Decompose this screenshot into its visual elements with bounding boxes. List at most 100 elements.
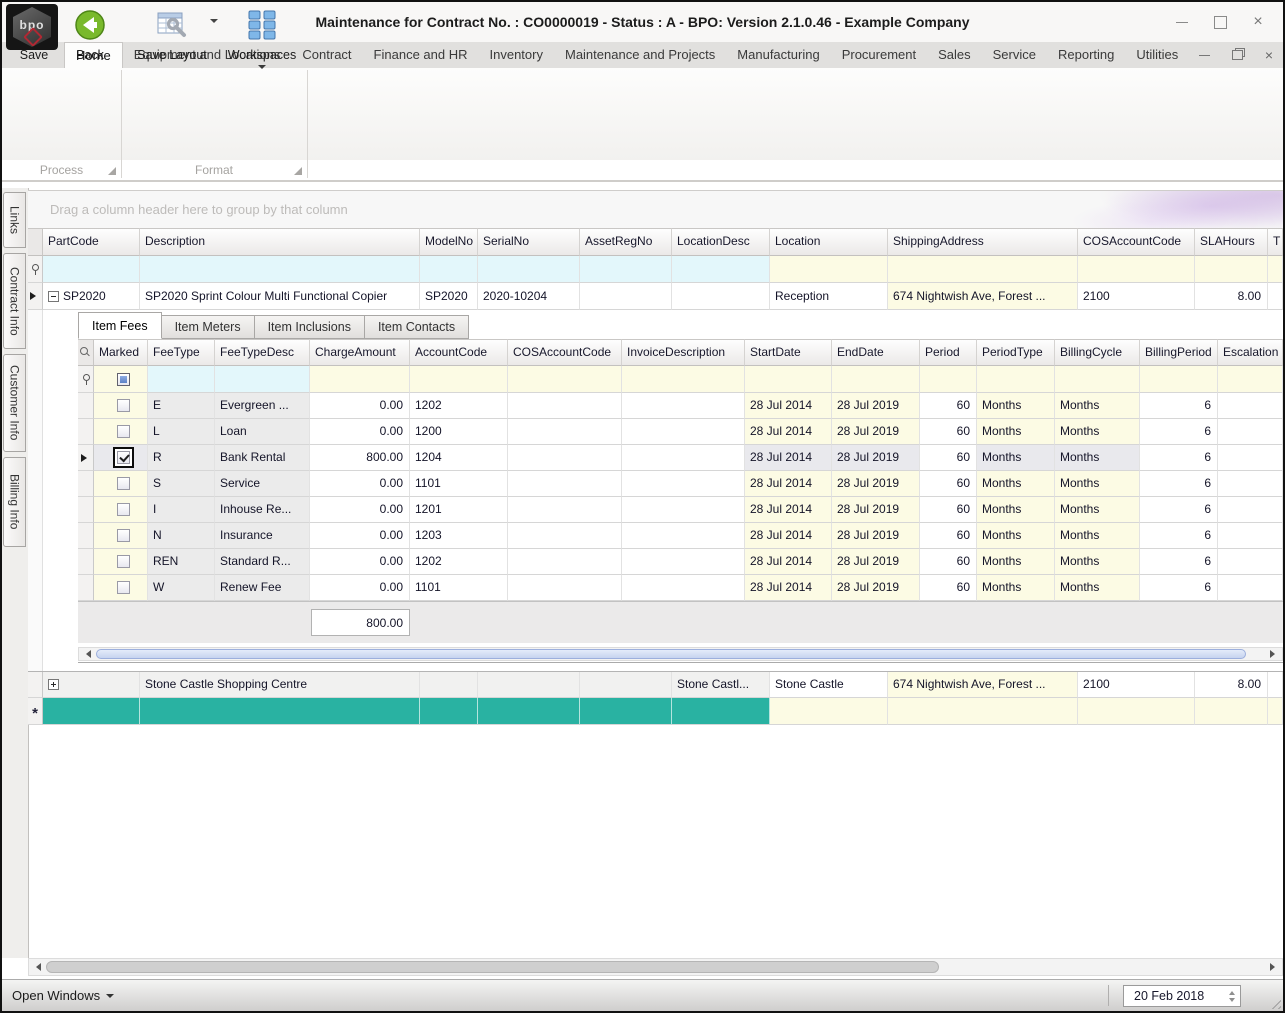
sidebar-tab-links[interactable]: Links (3, 192, 26, 248)
fee-column-header-period[interactable]: Period (920, 339, 977, 366)
fee-cell-marked[interactable] (94, 549, 148, 575)
filter-cell-description[interactable] (140, 256, 420, 283)
fee-cell-marked[interactable] (94, 419, 148, 445)
cell-partcode[interactable] (43, 698, 140, 725)
ribbon-tab-service[interactable]: Service (982, 42, 1047, 68)
cell-modelno[interactable] (420, 672, 478, 698)
fee-cell-billingcycle[interactable]: Months (1055, 445, 1140, 471)
scroll-left-button[interactable] (79, 648, 94, 660)
fee-filter-cell-billingcycle[interactable] (1055, 366, 1140, 393)
fee-column-header-marked[interactable]: Marked (94, 339, 148, 366)
marked-checkbox[interactable] (117, 477, 130, 490)
column-header-modelno[interactable]: ModelNo (420, 228, 478, 256)
filter-cell-cosaccountcode[interactable] (1078, 256, 1195, 283)
fee-cell-chargeamount[interactable]: 0.00 (310, 575, 410, 601)
fee-cell-escalation[interactable] (1218, 549, 1283, 575)
fee-cell-enddate[interactable]: 28 Jul 2019 (832, 497, 920, 523)
fee-cell-billingperiod[interactable]: 6 (1140, 471, 1218, 497)
fee-cell-escalation[interactable] (1218, 471, 1283, 497)
fee-cell-enddate[interactable]: 28 Jul 2019 (832, 393, 920, 419)
cell-locationdesc[interactable]: Stone Castl... (672, 672, 770, 698)
fee-cell-marked[interactable] (94, 523, 148, 549)
ribbon-tab-reporting[interactable]: Reporting (1047, 42, 1125, 68)
cell-modelno[interactable]: SP2020 (420, 283, 478, 310)
cell-shippingaddress[interactable]: 674 Nightwish Ave, Forest ... (888, 672, 1078, 698)
fee-cell-invoicedescription[interactable] (622, 497, 745, 523)
fee-column-header-billingcycle[interactable]: BillingCycle (1055, 339, 1140, 366)
scroll-right-button[interactable] (1267, 648, 1282, 660)
fee-cell-feetypedesc[interactable]: Insurance (215, 523, 310, 549)
fee-filter-cell-feetypedesc[interactable] (215, 366, 310, 393)
fee-cell-chargeamount[interactable]: 0.00 (310, 471, 410, 497)
fee-cell-period[interactable]: 60 (920, 549, 977, 575)
fee-cell-cosaccountcode[interactable] (508, 419, 622, 445)
fee-cell-period[interactable]: 60 (920, 497, 977, 523)
fee-cell-cosaccountcode[interactable] (508, 523, 622, 549)
fee-cell-billingperiod[interactable]: 6 (1140, 549, 1218, 575)
main-scroll-thumb[interactable] (46, 961, 939, 973)
fee-cell-feetype[interactable]: L (148, 419, 215, 445)
fee-cell-periodtype[interactable]: Months (977, 471, 1055, 497)
format-dialog-launcher-icon[interactable] (294, 167, 302, 175)
equipment-row-stone-castle[interactable]: Stone Castle Shopping CentreStone Castl.… (28, 671, 1283, 698)
fee-column-header-feetypedesc[interactable]: FeeTypeDesc (215, 339, 310, 366)
process-dialog-launcher-icon[interactable] (108, 167, 116, 175)
fee-filter-cell-enddate[interactable] (832, 366, 920, 393)
column-header-location[interactable]: Location (770, 228, 888, 256)
workspaces-button[interactable]: Workspaces (220, 6, 304, 73)
main-scroll-left-button[interactable] (29, 959, 44, 975)
fee-cell-invoicedescription[interactable] (622, 419, 745, 445)
ribbon-tab-sales[interactable]: Sales (927, 42, 982, 68)
fee-cell-startdate[interactable]: 28 Jul 2014 (745, 445, 832, 471)
fee-cell-cosaccountcode[interactable] (508, 497, 622, 523)
filter-cell-partcode[interactable] (43, 256, 140, 283)
detail-tab-item-meters[interactable]: Item Meters (161, 315, 255, 339)
fee-cell-billingperiod[interactable]: 6 (1140, 419, 1218, 445)
cell-serialno[interactable] (478, 672, 580, 698)
fee-cell-feetypedesc[interactable]: Evergreen ... (215, 393, 310, 419)
equipment-row-sp2020[interactable]: SP2020SP2020 Sprint Colour Multi Functio… (28, 283, 1283, 310)
cell-shippingaddress[interactable] (888, 698, 1078, 725)
ribbon-tab-utilities[interactable]: Utilities (1125, 42, 1189, 68)
child-close-icon[interactable]: × (1265, 48, 1273, 62)
fee-cell-billingperiod[interactable]: 6 (1140, 575, 1218, 601)
filter-cell-assetregno[interactable] (580, 256, 672, 283)
cell-cosaccountcode[interactable]: 2100 (1078, 672, 1195, 698)
marked-checkbox[interactable] (117, 529, 130, 542)
column-header-cosaccountcode[interactable]: COSAccountCode (1078, 228, 1195, 256)
fee-cell-escalation[interactable] (1218, 393, 1283, 419)
fee-cell-feetype[interactable]: W (148, 575, 215, 601)
fee-cell-chargeamount[interactable]: 800.00 (310, 445, 410, 471)
fee-cell-periodtype[interactable]: Months (977, 497, 1055, 523)
fee-cell-billingcycle[interactable]: Months (1055, 497, 1140, 523)
fee-cell-marked[interactable] (94, 575, 148, 601)
sidebar-tab-billing-info[interactable]: Billing Info (3, 457, 26, 547)
fee-cell-billingperiod[interactable]: 6 (1140, 523, 1218, 549)
fee-filter-cell-chargeamount[interactable] (310, 366, 410, 393)
cell-locationdesc[interactable] (672, 698, 770, 725)
fee-row-w[interactable]: WRenew Fee0.00110128 Jul 201428 Jul 2019… (78, 575, 1283, 601)
fee-filter-cell-accountcode[interactable] (410, 366, 508, 393)
fee-cell-escalation[interactable] (1218, 445, 1283, 471)
ribbon-tab-manufacturing[interactable]: Manufacturing (726, 42, 830, 68)
maximize-button[interactable] (1201, 8, 1239, 36)
fee-column-header-feetype[interactable]: FeeType (148, 339, 215, 366)
column-header-partcode[interactable]: PartCode (43, 228, 140, 256)
fee-cell-billingcycle[interactable]: Months (1055, 575, 1140, 601)
fee-cell-accountcode[interactable]: 1101 (410, 575, 508, 601)
fee-cell-accountcode[interactable]: 1101 (410, 471, 508, 497)
marked-filter-checkbox[interactable] (117, 373, 130, 386)
main-hscrollbar[interactable] (28, 958, 1283, 976)
fee-cell-cosaccountcode[interactable] (508, 445, 622, 471)
fee-cell-startdate[interactable]: 28 Jul 2014 (745, 471, 832, 497)
fee-cell-billingperiod[interactable]: 6 (1140, 445, 1218, 471)
fee-cell-escalation[interactable] (1218, 575, 1283, 601)
sidebar-tab-contract-info[interactable]: Contract Info (3, 253, 26, 349)
back-button[interactable]: Back (62, 6, 118, 62)
fee-row-l[interactable]: LLoan0.00120028 Jul 201428 Jul 201960Mon… (78, 419, 1283, 445)
filter-cell-slahours[interactable] (1195, 256, 1268, 283)
fee-cell-marked[interactable] (94, 497, 148, 523)
cell-locationdesc[interactable] (672, 283, 770, 310)
fee-cell-startdate[interactable]: 28 Jul 2014 (745, 419, 832, 445)
fee-cell-cosaccountcode[interactable] (508, 393, 622, 419)
